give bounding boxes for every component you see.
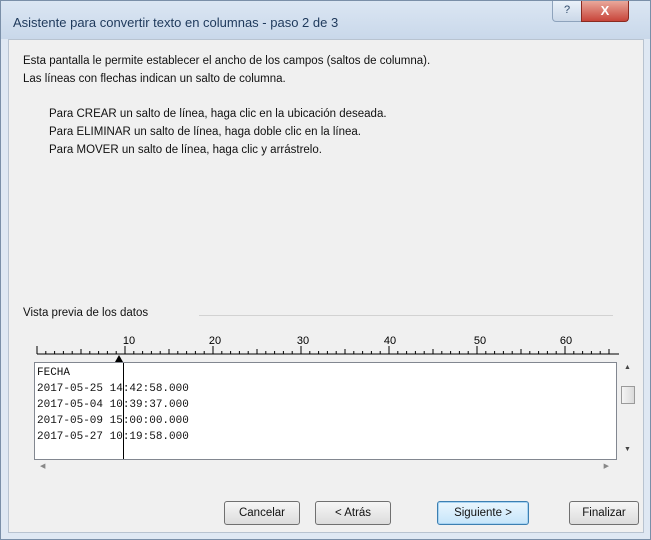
cancel-button[interactable]: Cancelar <box>224 501 300 525</box>
scroll-thumb[interactable] <box>621 386 635 404</box>
vertical-scrollbar[interactable]: ▲ ▼ <box>619 362 636 458</box>
column-break-line[interactable] <box>123 363 124 459</box>
finish-button[interactable]: Finalizar <box>569 501 639 525</box>
column-ruler[interactable]: 10 20 30 40 50 60 <box>34 332 619 362</box>
help-button[interactable]: ? <box>552 1 582 22</box>
data-preview-box[interactable]: FECHA 2017-05-25 14:42:58.000 2017-05-04… <box>34 362 617 460</box>
preview-line: FECHA <box>37 367 71 379</box>
wizard-window: Asistente para convertir texto en column… <box>0 0 651 540</box>
title-bar[interactable]: Asistente para convertir texto en column… <box>1 1 650 39</box>
ruler-label-60: 60 <box>560 335 572 347</box>
preview-line: 2017-05-25 14:42:58.000 <box>37 383 189 395</box>
horizontal-scrollbar[interactable]: ◀ ▶ <box>34 459 615 476</box>
group-divider <box>199 315 613 316</box>
preview-line: 2017-05-04 10:39:37.000 <box>37 399 189 411</box>
ruler-label-30: 30 <box>297 335 309 347</box>
scroll-down-arrow-icon[interactable]: ▼ <box>624 446 631 453</box>
preview-line: 2017-05-09 15:00:00.000 <box>37 415 189 427</box>
window-title: Asistente para convertir texto en column… <box>13 15 339 30</box>
scroll-right-arrow-icon[interactable]: ▶ <box>604 462 609 470</box>
description-line-2: Las líneas con flechas indican un salto … <box>23 73 286 85</box>
instruction-delete: Para ELIMINAR un salto de línea, haga do… <box>49 126 361 138</box>
preview-group-label: Vista previa de los datos <box>23 307 149 319</box>
instruction-create: Para CREAR un salto de línea, haga clic … <box>49 108 387 120</box>
dialog-body: Esta pantalla le permite establecer el a… <box>8 39 644 533</box>
preview-line: 2017-05-27 10:19:58.000 <box>37 431 189 443</box>
ruler-minor-ticks <box>36 346 610 354</box>
back-button[interactable]: < Atrás <box>315 501 391 525</box>
instruction-move: Para MOVER un salto de línea, haga clic … <box>49 144 322 156</box>
close-button[interactable]: X <box>581 1 629 22</box>
next-button[interactable]: Siguiente > <box>437 501 529 525</box>
column-break-arrow-icon[interactable] <box>115 355 123 362</box>
scroll-left-arrow-icon[interactable]: ◀ <box>40 462 45 470</box>
scroll-up-arrow-icon[interactable]: ▲ <box>624 364 631 371</box>
ruler-label-20: 20 <box>209 335 221 347</box>
ruler-label-10: 10 <box>123 335 135 347</box>
ruler-label-40: 40 <box>384 335 396 347</box>
description-line-1: Esta pantalla le permite establecer el a… <box>23 55 431 67</box>
ruler-label-50: 50 <box>474 335 486 347</box>
